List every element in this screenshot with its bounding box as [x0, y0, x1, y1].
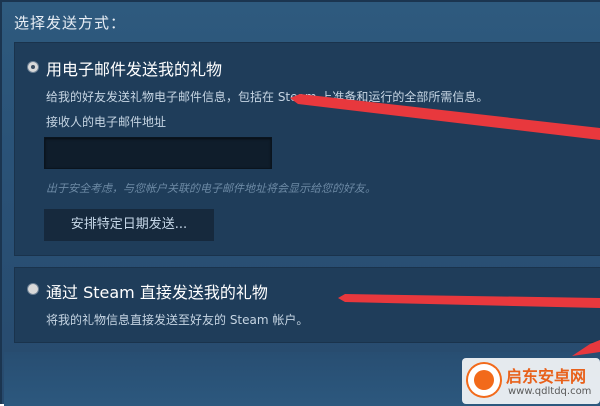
security-hint: 出于安全考虑，与您帐户关联的电子邮件地址将会显示给您的好友。	[46, 182, 376, 195]
steam-option-description: 将我的礼物信息直接发送至好友的 Steam 帐户。	[46, 313, 309, 327]
watermark-name: 启东安卓网	[506, 367, 587, 386]
section-heading: 选择发送方式：	[14, 14, 127, 32]
watermark-url: www.qdltdq.com	[508, 386, 592, 397]
recipient-email-label: 接收人的电子邮件地址	[46, 115, 167, 129]
watermark-logo-icon	[468, 364, 500, 396]
watermark: 启东安卓网 www.qdltdq.com	[462, 358, 600, 404]
recipient-email-input[interactable]	[44, 137, 272, 169]
steam-option-radio[interactable]	[28, 284, 38, 294]
email-option-radio[interactable]	[28, 62, 38, 72]
schedule-send-button[interactable]: 安排特定日期发送...	[44, 209, 214, 241]
email-option-description: 给我的好友发送礼物电子邮件信息，包括在 Steam 上准备和运行的全部所需信息。	[46, 90, 489, 104]
steam-option-title[interactable]: 通过 Steam 直接发送我的礼物	[46, 279, 268, 303]
email-option-title[interactable]: 用电子邮件发送我的礼物	[46, 56, 222, 80]
